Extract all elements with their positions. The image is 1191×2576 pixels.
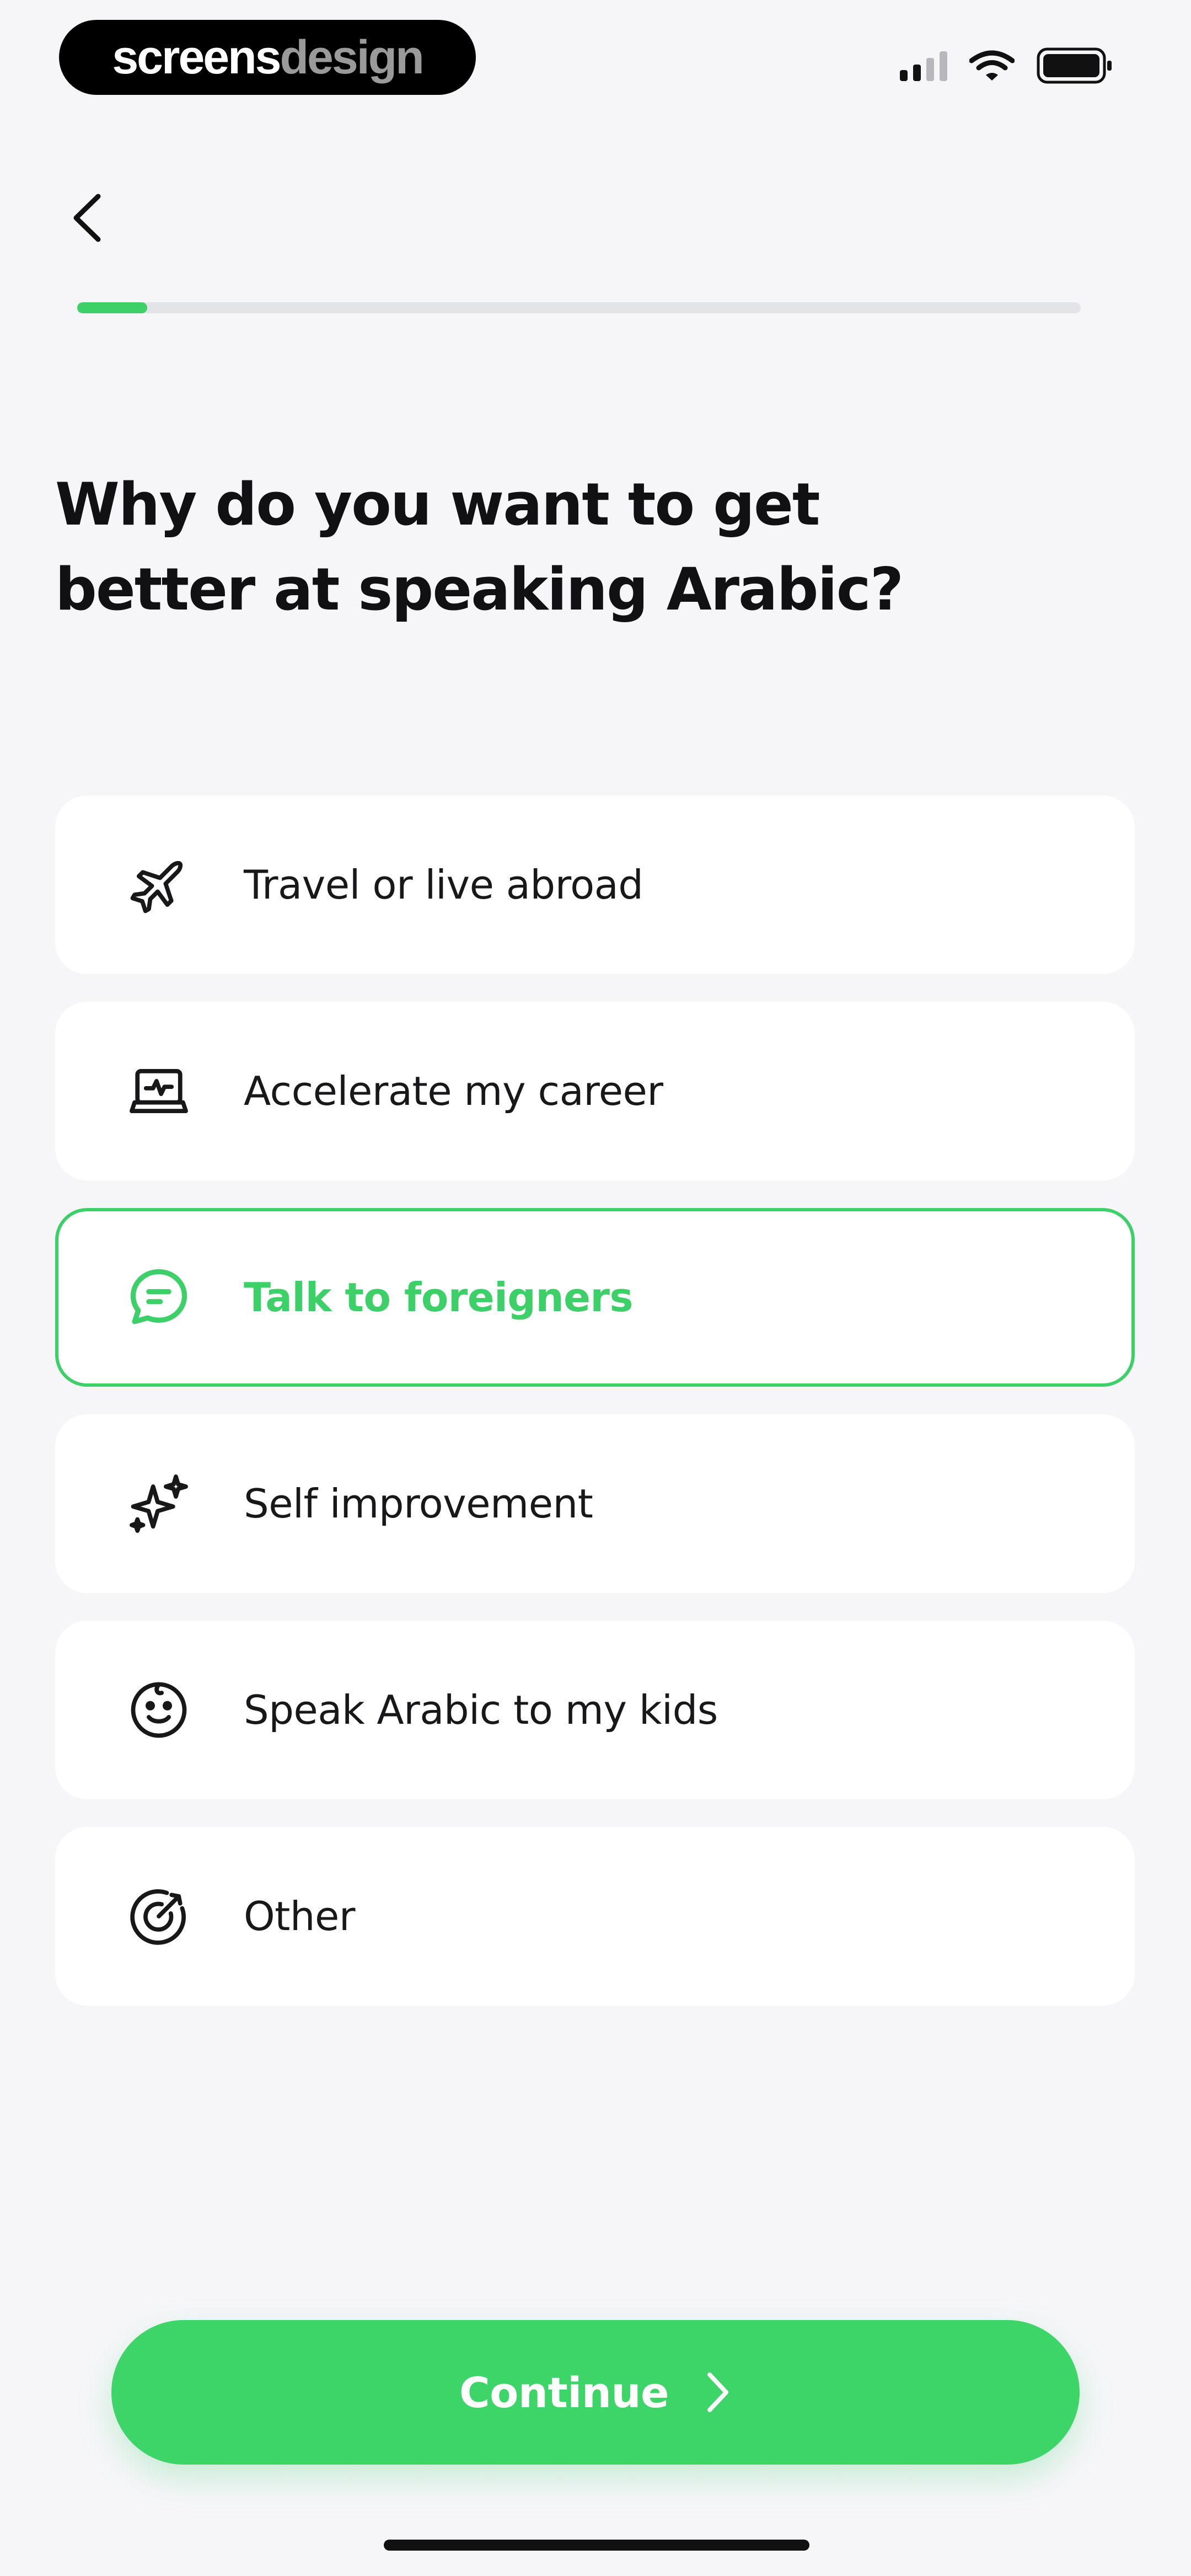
option-label: Self improvement <box>244 1481 593 1527</box>
battery-icon <box>1037 47 1112 84</box>
option-self-improvement[interactable]: Self improvement <box>55 1414 1135 1593</box>
back-button[interactable] <box>66 182 127 254</box>
reason-options-list: Travel or live abroad Accelerate my care… <box>55 795 1135 2033</box>
option-label: Talk to foreigners <box>244 1274 633 1321</box>
chevron-left-icon <box>73 194 101 242</box>
airplane-icon <box>125 851 193 919</box>
smiley-face-icon <box>125 1676 193 1744</box>
sparkles-icon <box>125 1469 193 1538</box>
option-travel[interactable]: Travel or live abroad <box>55 795 1135 974</box>
option-label: Speak Arabic to my kids <box>244 1687 718 1733</box>
option-label: Travel or live abroad <box>244 862 643 908</box>
option-speak-to-kids[interactable]: Speak Arabic to my kids <box>55 1621 1135 1799</box>
option-career[interactable]: Accelerate my career <box>55 1002 1135 1180</box>
screensdesign-watermark-logo: screens design <box>59 20 476 95</box>
question-title: Why do you want to get better at speakin… <box>55 471 904 623</box>
chevron-right-icon <box>704 2369 732 2415</box>
home-indicator <box>384 2540 809 2551</box>
status-bar <box>900 47 1114 84</box>
continue-button[interactable]: Continue <box>111 2320 1080 2465</box>
laptop-icon <box>125 1057 193 1125</box>
option-label: Accelerate my career <box>244 1068 663 1114</box>
progress-fill <box>77 302 148 313</box>
chat-bubble-icon <box>125 1263 193 1332</box>
option-other[interactable]: Other <box>55 1827 1135 2006</box>
continue-label: Continue <box>459 2367 669 2417</box>
option-talk-to-foreigners[interactable]: Talk to foreigners <box>55 1208 1135 1387</box>
option-label: Other <box>244 1893 355 1939</box>
progress-bar <box>77 302 1081 313</box>
wifi-icon <box>969 50 1015 81</box>
target-icon <box>125 1882 193 1950</box>
cellular-signal-icon <box>900 50 947 81</box>
